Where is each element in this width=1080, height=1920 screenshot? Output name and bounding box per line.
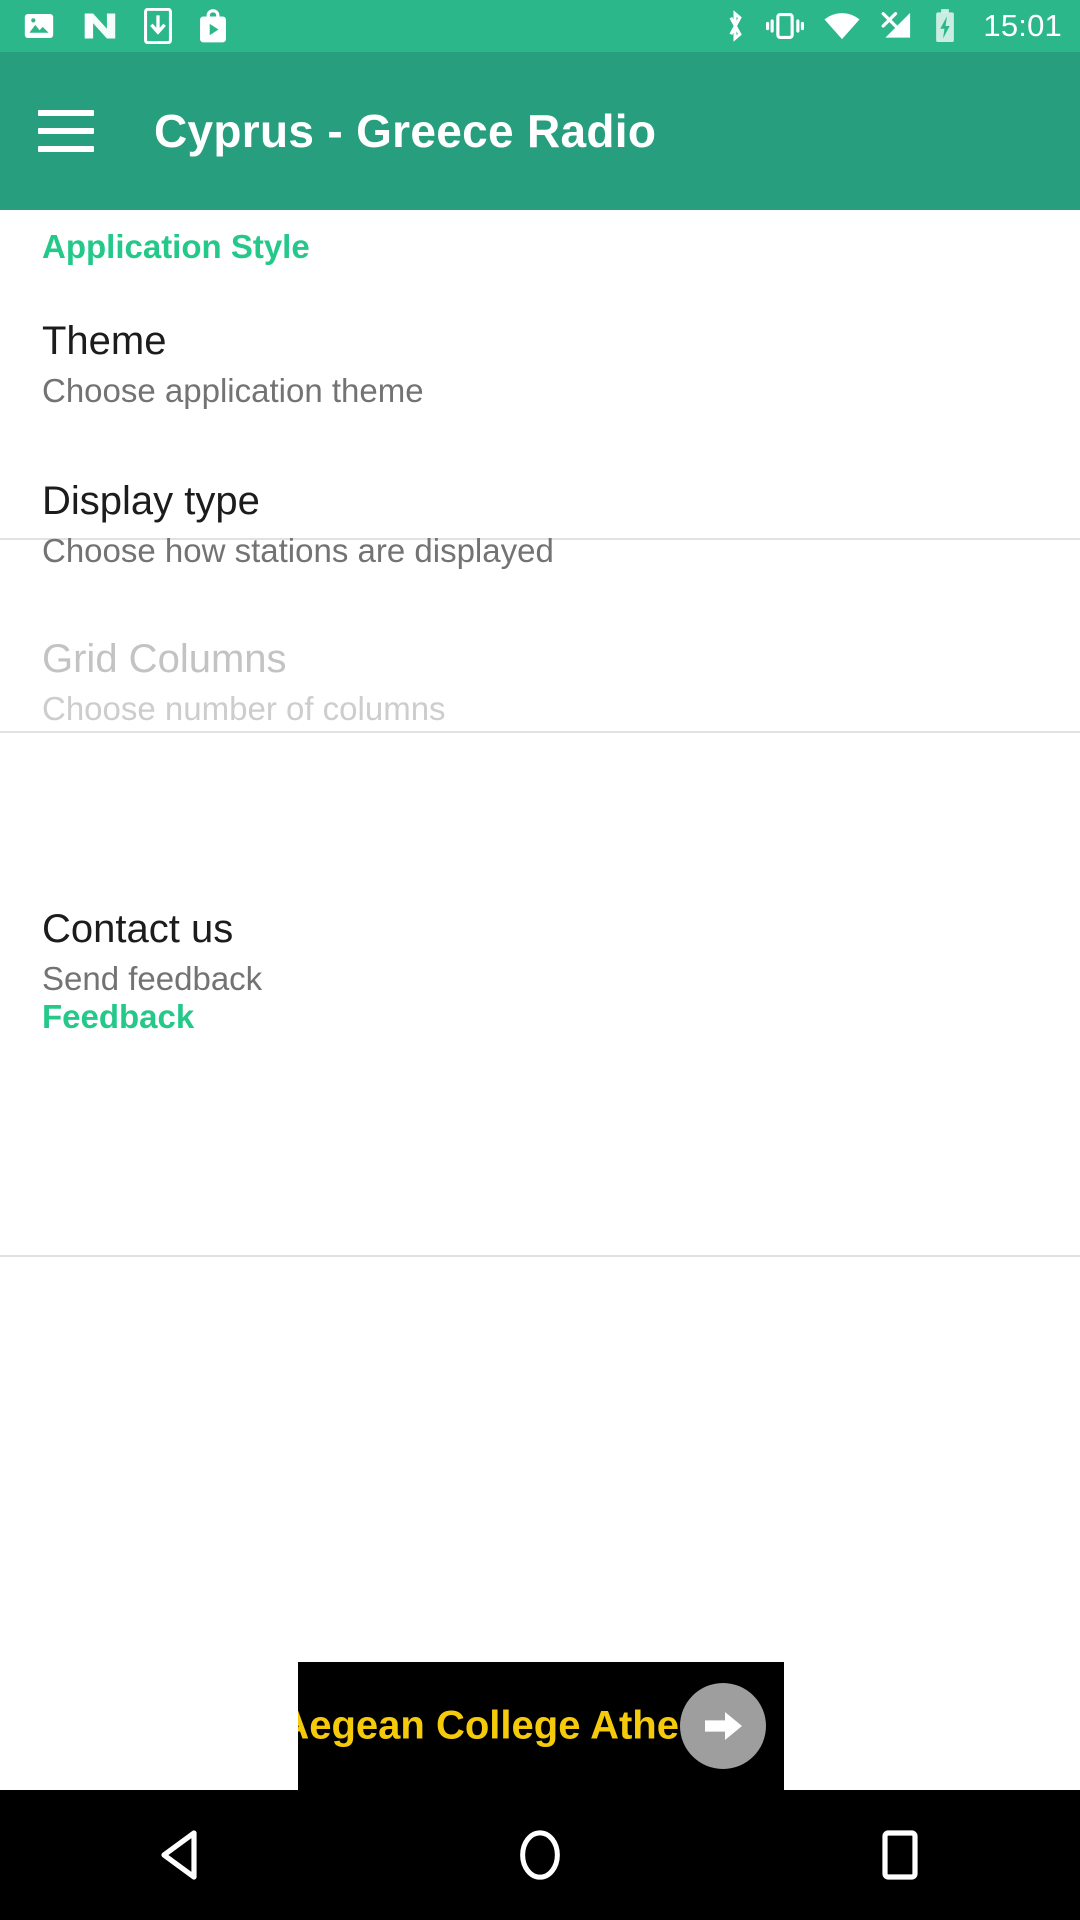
navigation-bar xyxy=(0,1790,1080,1920)
arrow-right-icon xyxy=(705,1712,742,1740)
home-button[interactable] xyxy=(360,1790,720,1920)
app-bar: Cyprus - Greece Radio xyxy=(0,52,1080,210)
bluetooth-icon xyxy=(729,10,743,42)
ad-banner[interactable]: Aegean College Athens xyxy=(298,1662,784,1790)
section-header-feedback: Feedback xyxy=(42,998,195,1035)
download-to-device-icon xyxy=(144,8,172,44)
page-title: Cyprus - Greece Radio xyxy=(154,105,657,157)
phone-screen: 15:01 Cyprus - Greece Radio Application … xyxy=(0,0,1080,1920)
pref-title: Display type xyxy=(42,479,260,523)
wifi-icon xyxy=(824,13,860,40)
status-bar-clock: 15:01 xyxy=(983,8,1062,43)
hamburger-line xyxy=(38,146,94,152)
pref-title: Grid Columns xyxy=(42,637,287,681)
ad-cta-button[interactable] xyxy=(680,1683,766,1769)
android-n-icon xyxy=(84,13,116,39)
hamburger-line xyxy=(38,110,94,116)
pref-row-contact-us[interactable]: Contact us Send feedback xyxy=(0,908,1080,997)
settings-list: Application Style Theme Choose applicati… xyxy=(0,210,1080,1662)
divider xyxy=(0,731,1080,733)
battery-charging-icon xyxy=(936,9,955,43)
pref-summary: Choose how stations are displayed xyxy=(42,532,554,569)
pref-row-grid-columns: Grid Columns Choose number of columns xyxy=(0,638,1080,727)
pref-title: Contact us xyxy=(42,907,234,951)
pref-summary: Choose number of columns xyxy=(42,690,446,727)
recents-button[interactable] xyxy=(720,1790,1080,1920)
recents-square-icon xyxy=(882,1830,918,1880)
status-bar: 15:01 xyxy=(0,0,1080,52)
back-button[interactable] xyxy=(0,1790,360,1920)
status-bar-notification-icons xyxy=(22,8,228,44)
hamburger-icon[interactable] xyxy=(38,110,94,152)
pref-summary: Send feedback xyxy=(42,960,263,997)
divider xyxy=(0,1255,1080,1257)
home-circle-icon xyxy=(520,1830,560,1880)
pref-row-display-type[interactable]: Display type Choose how stations are dis… xyxy=(0,480,1080,569)
status-bar-system-icons: 15:01 xyxy=(723,8,1062,44)
section-header-application-style: Application Style xyxy=(42,228,310,265)
pref-title: Theme xyxy=(42,319,167,363)
pref-row-theme[interactable]: Theme Choose application theme xyxy=(0,320,1080,409)
ad-headline: Aegean College Athens xyxy=(298,1703,726,1748)
play-store-icon xyxy=(200,9,226,43)
back-triangle-icon xyxy=(161,1830,197,1880)
photo-icon xyxy=(24,13,54,39)
vibrate-icon xyxy=(766,12,805,39)
cellular-no-service-icon xyxy=(882,12,911,38)
pref-summary: Choose application theme xyxy=(42,372,424,409)
hamburger-line xyxy=(38,128,94,134)
